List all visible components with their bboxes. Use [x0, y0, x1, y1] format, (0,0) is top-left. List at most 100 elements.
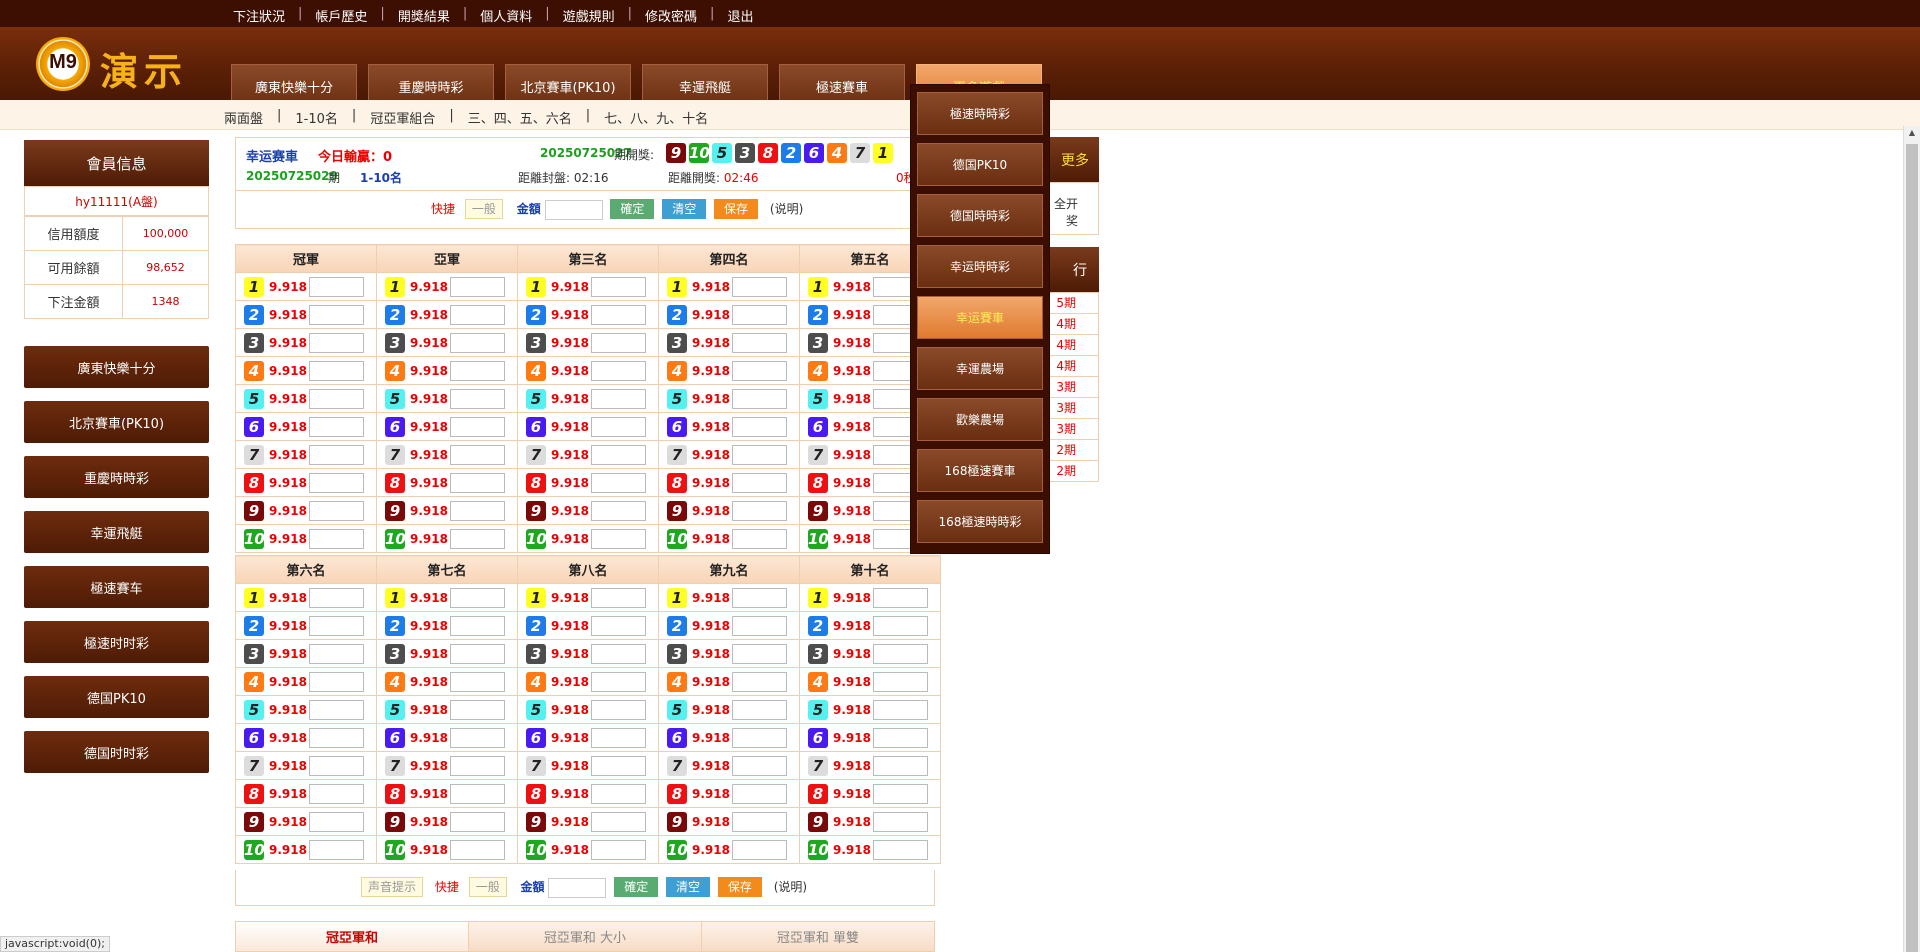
bet-input[interactable] — [309, 587, 364, 608]
bet-input[interactable] — [591, 615, 646, 636]
bet-input[interactable] — [873, 671, 928, 692]
sub-link[interactable]: 冠亞軍組合 — [370, 108, 435, 127]
bet-input[interactable] — [309, 755, 364, 776]
bet-input[interactable] — [732, 727, 787, 748]
dropdown-item[interactable]: 幸运賽車 — [917, 296, 1043, 339]
bet-input[interactable] — [591, 528, 646, 549]
top-link[interactable]: 退出 — [727, 6, 753, 25]
bet-input[interactable] — [591, 643, 646, 664]
bet-input[interactable] — [309, 727, 364, 748]
bet-input[interactable] — [450, 500, 505, 521]
dropdown-item[interactable]: 極速時時彩 — [917, 92, 1043, 135]
dropdown-item[interactable]: 德国時時彩 — [917, 194, 1043, 237]
bet-input[interactable] — [591, 500, 646, 521]
bet-input[interactable] — [732, 332, 787, 353]
bet-input[interactable] — [450, 615, 505, 636]
bet-input[interactable] — [450, 332, 505, 353]
normal-button[interactable]: 一般 — [464, 199, 503, 219]
left-game-button[interactable]: 幸運飛艇 — [24, 511, 209, 553]
top-link[interactable]: 遊戲規則 — [563, 6, 615, 25]
bet-input[interactable] — [873, 783, 928, 804]
bet-input[interactable] — [873, 587, 928, 608]
bet-input[interactable] — [450, 360, 505, 381]
bet-input[interactable] — [732, 304, 787, 325]
sound-toggle[interactable]: 声音提示 — [361, 877, 424, 897]
dropdown-item[interactable]: 幸运時時彩 — [917, 245, 1043, 288]
bet-input[interactable] — [591, 839, 646, 860]
bet-input[interactable] — [450, 472, 505, 493]
tab-sum[interactable]: 冠亞軍和 — [236, 922, 469, 951]
bet-input[interactable] — [873, 811, 928, 832]
bet-input[interactable] — [450, 416, 505, 437]
left-game-button[interactable]: 德国PK10 — [24, 676, 209, 718]
bet-input[interactable] — [591, 727, 646, 748]
save-button[interactable]: 保存 — [717, 877, 762, 897]
bet-input[interactable] — [450, 671, 505, 692]
bet-input[interactable] — [309, 643, 364, 664]
clear-button[interactable]: 清空 — [662, 199, 707, 219]
bet-input[interactable] — [450, 444, 505, 465]
left-game-button[interactable]: 德国时时彩 — [24, 731, 209, 773]
bet-input[interactable] — [309, 472, 364, 493]
bet-input[interactable] — [873, 839, 928, 860]
bet-input[interactable] — [450, 755, 505, 776]
bet-input[interactable] — [873, 727, 928, 748]
confirm-button[interactable]: 確定 — [614, 877, 659, 897]
bet-input[interactable] — [732, 643, 787, 664]
bet-input[interactable] — [309, 444, 364, 465]
bet-input[interactable] — [450, 304, 505, 325]
bet-input[interactable] — [732, 699, 787, 720]
bet-input[interactable] — [732, 671, 787, 692]
bet-input[interactable] — [309, 500, 364, 521]
bet-input[interactable] — [732, 811, 787, 832]
bet-input[interactable] — [450, 811, 505, 832]
bet-input[interactable] — [309, 332, 364, 353]
amount-input[interactable] — [548, 877, 607, 898]
bet-input[interactable] — [309, 388, 364, 409]
dropdown-item[interactable]: 歡樂農場 — [917, 398, 1043, 441]
bet-input[interactable] — [732, 360, 787, 381]
left-game-button[interactable]: 極速时时彩 — [24, 621, 209, 663]
bet-input[interactable] — [450, 699, 505, 720]
all-open-link[interactable]: 全开奖 — [1045, 182, 1099, 235]
sub-link[interactable]: 1-10名 — [295, 108, 338, 127]
bet-input[interactable] — [591, 755, 646, 776]
bet-input[interactable] — [591, 587, 646, 608]
left-game-button[interactable]: 重慶時時彩 — [24, 456, 209, 498]
bet-input[interactable] — [309, 304, 364, 325]
bet-input[interactable] — [309, 839, 364, 860]
normal-button[interactable]: 一般 — [468, 877, 507, 897]
bet-input[interactable] — [732, 783, 787, 804]
bet-input[interactable] — [732, 528, 787, 549]
bet-input[interactable] — [873, 699, 928, 720]
bet-input[interactable] — [450, 727, 505, 748]
sub-link[interactable]: 兩面盤 — [224, 108, 263, 127]
bet-input[interactable] — [450, 643, 505, 664]
bet-input[interactable] — [732, 500, 787, 521]
left-game-button[interactable]: 北京賽車(PK10) — [24, 401, 209, 443]
save-button[interactable]: 保存 — [714, 199, 759, 219]
bet-input[interactable] — [732, 276, 787, 297]
bet-input[interactable] — [309, 276, 364, 297]
left-game-button[interactable]: 廣東快樂十分 — [24, 346, 209, 388]
dropdown-item[interactable]: 德国PK10 — [917, 143, 1043, 186]
bet-input[interactable] — [732, 472, 787, 493]
bet-input[interactable] — [450, 783, 505, 804]
bet-input[interactable] — [309, 699, 364, 720]
bet-input[interactable] — [309, 811, 364, 832]
bet-input[interactable] — [450, 388, 505, 409]
explain-link[interactable]: (说明) — [770, 202, 803, 216]
bet-input[interactable] — [873, 755, 928, 776]
bet-input[interactable] — [591, 360, 646, 381]
bet-input[interactable] — [309, 783, 364, 804]
bet-input[interactable] — [450, 528, 505, 549]
bet-input[interactable] — [450, 839, 505, 860]
bet-input[interactable] — [450, 276, 505, 297]
bet-input[interactable] — [591, 472, 646, 493]
bet-input[interactable] — [309, 671, 364, 692]
tab-sum-oddeven[interactable]: 冠亞軍和 單雙 — [702, 922, 934, 951]
top-link[interactable]: 個人資料 — [480, 6, 532, 25]
scroll-up-icon[interactable]: ▲ — [1904, 126, 1920, 140]
bet-input[interactable] — [732, 755, 787, 776]
dropdown-item[interactable]: 168極速時時彩 — [917, 500, 1043, 543]
